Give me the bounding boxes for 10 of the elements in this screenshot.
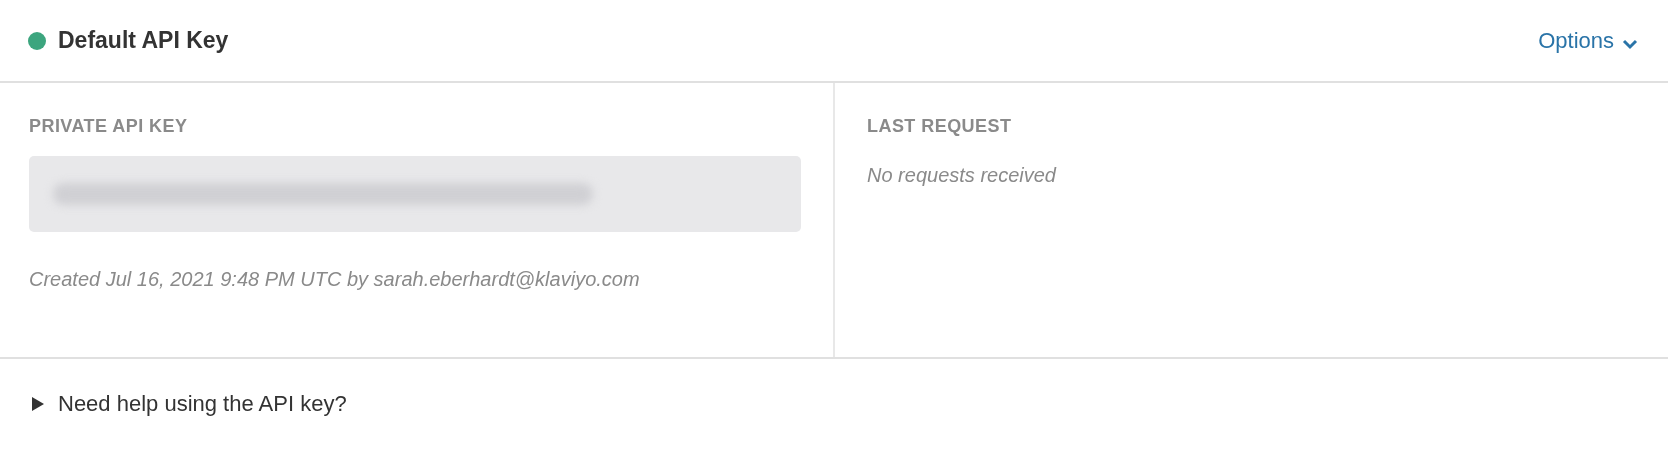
help-disclosure[interactable]: Need help using the API key?	[32, 387, 347, 420]
options-button[interactable]: Options	[1538, 24, 1638, 57]
card-title: Default API Key	[58, 26, 229, 56]
triangle-icon	[32, 396, 44, 411]
api-key-field[interactable]	[29, 156, 801, 232]
field-label: LAST REQUEST	[867, 115, 1013, 138]
created-info: Created Jul 16, 2021 9:48 PM UTC by sarah.eberhardt@klaviyo.com	[29, 267, 641, 292]
last-request-value: No requests received	[867, 163, 1058, 188]
chevron-down-icon	[1622, 37, 1638, 50]
field-label: PRIVATE API KEY	[29, 115, 189, 138]
